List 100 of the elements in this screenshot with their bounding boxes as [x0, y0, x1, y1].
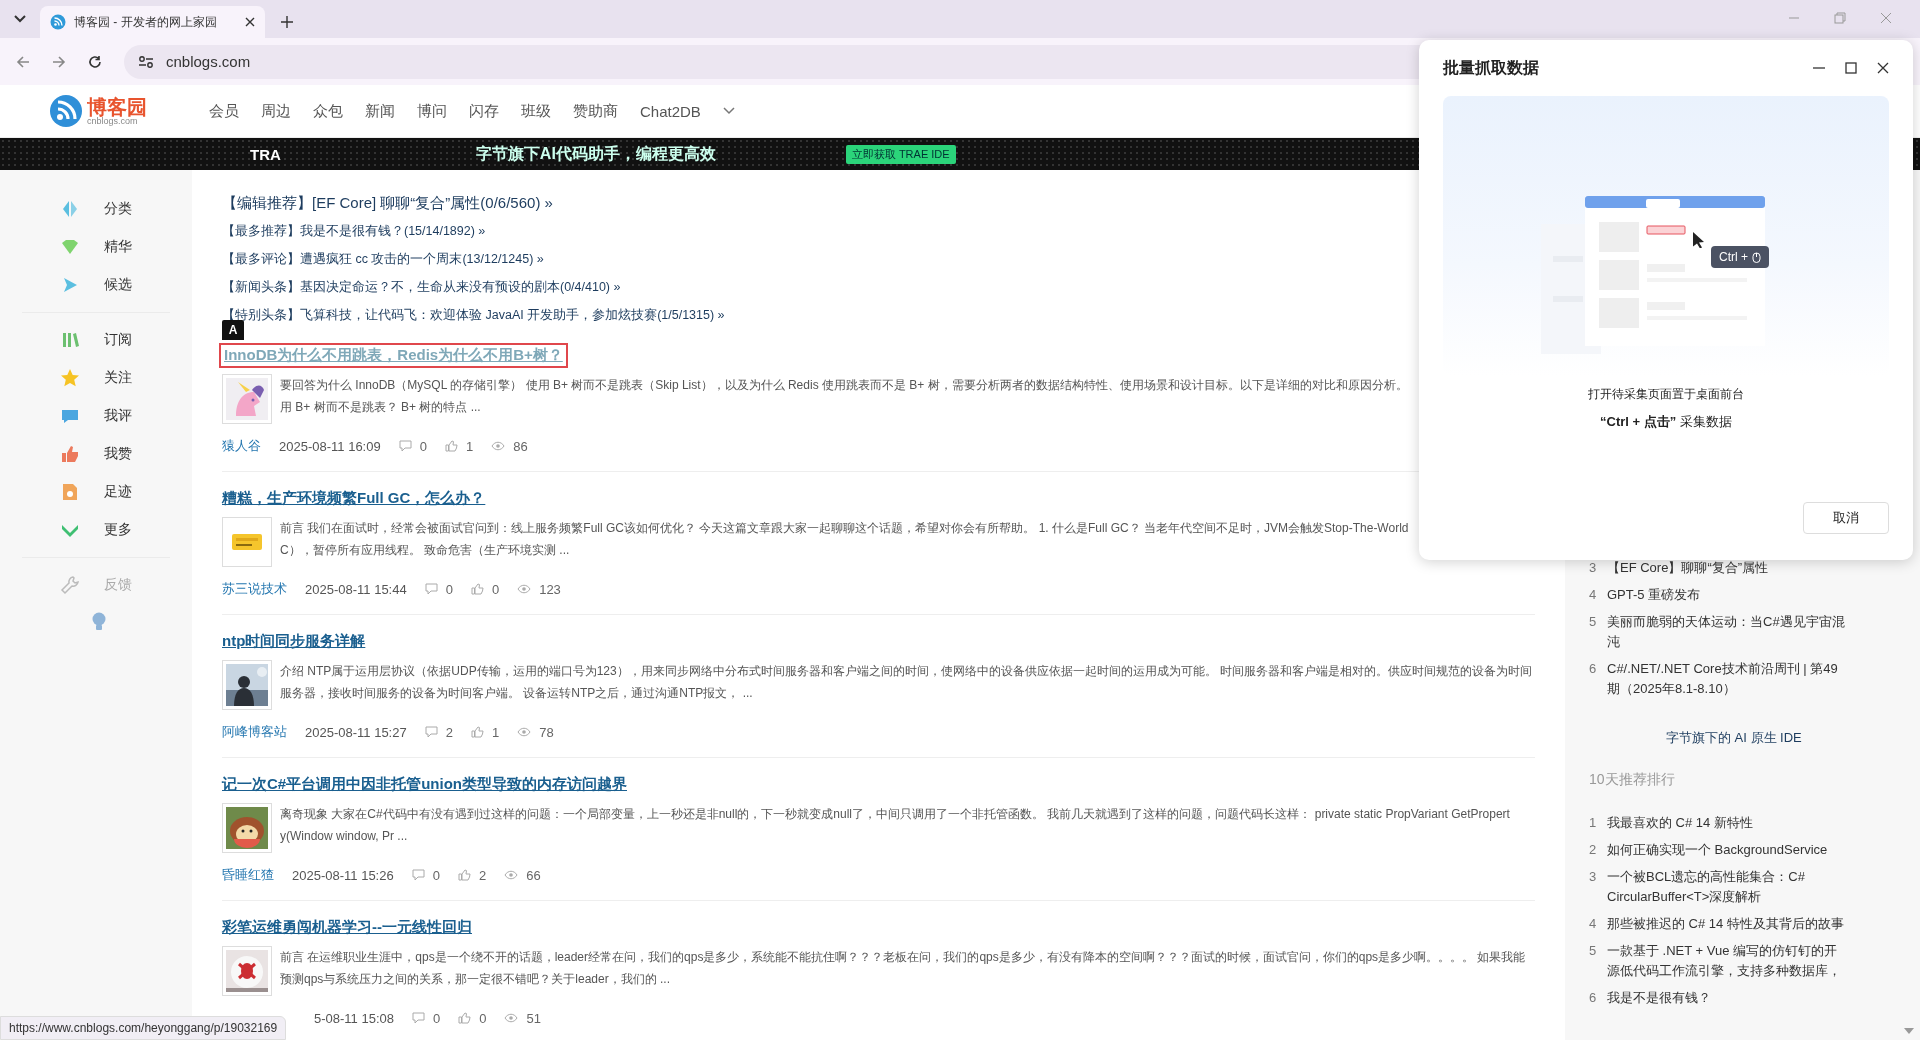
- eye-icon: [517, 727, 532, 737]
- comment-count: 0: [433, 1010, 441, 1026]
- nav-link[interactable]: 新闻: [365, 101, 395, 121]
- tab-list-icon[interactable]: [14, 15, 26, 23]
- post-date: 2025-08-11 15:44: [305, 581, 407, 597]
- ranking-link[interactable]: 【EF Core】聊聊“复合”属性: [1607, 558, 1849, 578]
- author-link[interactable]: 阿峰博客站: [222, 723, 287, 741]
- article-title-link[interactable]: 彩笔运维勇闯机器学习--一元线性回归: [222, 917, 472, 937]
- nav-link[interactable]: 周边: [261, 101, 291, 121]
- article-title-link[interactable]: 记一次C#平台调用中因非托管union类型导致的内存访问越界: [222, 774, 627, 794]
- logo-icon[interactable]: [49, 94, 83, 128]
- hint-text: 打开待采集页面置于桌面前台: [1587, 386, 1745, 403]
- chevron-down-icon[interactable]: [722, 107, 735, 115]
- ranking-link[interactable]: 如何正确实现一个 BackgroundService: [1607, 840, 1849, 860]
- sidebar-item[interactable]: 关注: [0, 359, 192, 397]
- site-info-icon[interactable]: [138, 54, 154, 69]
- ranking-link[interactable]: 美丽而脆弱的天体运动：当C#遇见宇宙混沌: [1607, 612, 1849, 652]
- document-icon: [60, 482, 80, 502]
- author-link[interactable]: 昏睡红猹: [222, 866, 274, 884]
- like-count: 1: [465, 438, 474, 454]
- nav-link[interactable]: 众包: [313, 101, 343, 121]
- sidebar-item[interactable]: 我评: [0, 397, 192, 435]
- thumbs-up-icon: [444, 440, 458, 452]
- article-summary: 前言 在运维职业生涯中，qps是一个绕不开的话题，leader经常在问，我们的qps是多少，系统能不能抗住啊？？？老板在问，我们的qps是多少，有没有降本的空间啊？？？面试的时候，面试官问，你们的qps是多少啊。。。。 如果我能 预测qps与系统压力之间的关系，那一定很不错吧？关于leader，我们的 ...: [280, 949, 1526, 988]
- sidebar-item[interactable]: 更多: [0, 511, 192, 549]
- browser-tab[interactable]: 博客园 - 开发者的网上家园: [40, 6, 265, 38]
- rank-number: 4: [1589, 915, 1598, 933]
- sidebar-item[interactable]: 候选: [0, 266, 192, 304]
- like-count: 0: [479, 1010, 487, 1026]
- ranking-link[interactable]: GPT-5 重磅发布: [1607, 585, 1849, 605]
- author-link[interactable]: 苏三说技术: [222, 580, 287, 598]
- new-tab-icon[interactable]: [281, 16, 293, 28]
- comment-icon: [398, 440, 412, 452]
- back-icon[interactable]: [16, 54, 30, 69]
- post-date: 2025-08-11 16:09: [279, 438, 381, 454]
- books-icon: [60, 330, 80, 350]
- view-count: 51: [526, 1010, 541, 1026]
- maximize-icon[interactable]: [1845, 62, 1857, 74]
- post-date: 2025-08-11 15:27: [305, 724, 407, 740]
- sidebar-item[interactable]: 我赞: [0, 435, 192, 473]
- comment-count: 0: [419, 438, 427, 454]
- thumbs-up-icon: [457, 869, 471, 881]
- ranking-link[interactable]: 一个被BCL遗忘的高性能集合：C# CircularBuffer<T>深度解析: [1607, 867, 1849, 907]
- ranking-link[interactable]: 我是不是很有钱？: [1607, 988, 1849, 1008]
- ranking-link[interactable]: 那些被推迟的 C# 14 特性及其背后的故事: [1607, 914, 1849, 934]
- cancel-button[interactable]: 取消: [1803, 502, 1889, 534]
- eye-icon: [491, 441, 506, 451]
- ranking-link[interactable]: 我最喜欢的 C# 14 新特性: [1607, 813, 1849, 833]
- view-count: 123: [539, 581, 561, 597]
- view-count: 86: [513, 438, 528, 454]
- close-icon[interactable]: [245, 17, 255, 27]
- nav-link[interactable]: 会员: [209, 101, 239, 121]
- eye-icon: [504, 870, 519, 880]
- dialog-title: 批量抓取数据: [1443, 57, 1539, 78]
- comment-count: 2: [445, 724, 453, 740]
- like-count: 1: [491, 724, 500, 740]
- close-icon[interactable]: [1877, 62, 1889, 74]
- ranking-link[interactable]: 一款基于 .NET + Vue 编写的仿钉钉的开源低代码工作流引擎，支持多种数据库，: [1607, 941, 1849, 981]
- thumbs-up-icon: [470, 726, 484, 738]
- thumbs-up-icon: [470, 583, 484, 595]
- rank-number: 2: [1589, 841, 1598, 859]
- avatar-frame[interactable]: [222, 660, 272, 710]
- article-summary: 介绍 NTP属于运用层协议（依据UDP传输，运用的端口号为123），用来同步网络中分布式时间服务器和客户端之间的时间，使网络中的设备供应依据一起时间的运用成为可能。 时间服务器和客户端是相对的。供应时间规范的设备为时间 服务器，接收时间服务的设备为时间客户端。 设备运转NTP之后，通过沟通NTP报文， ...: [280, 663, 1533, 702]
- comment-count: 0: [445, 581, 453, 597]
- article-summary: 离奇现象 大家在C#代码中有没有遇到过这样的问题：一个局部变量，上一秒还是非null的，下一秒就变成null了，中间只调用了一个非托管函数。 我前几天就遇到了这样的问题，问题代码长这样： private static PropVariant GetPropert y(Window window, Pr ...: [280, 806, 1510, 845]
- ad-link[interactable]: 字节旗下的 AI 原生 IDE: [1666, 729, 1920, 747]
- sidebar-item[interactable]: 精华: [0, 228, 192, 266]
- author-link[interactable]: 猿人谷: [222, 437, 261, 455]
- rank-number: 1: [1589, 814, 1598, 832]
- banner-slogan: 字节旗下AI代码助手，编程更高效: [475, 143, 716, 164]
- rank-number: 5: [1589, 613, 1598, 631]
- section-heading: 10天推荐排行: [1589, 771, 1676, 789]
- ranking-link[interactable]: C#/.NET/.NET Core技术前沿周刊 | 第49 期（2025年8.1-8.10）: [1607, 659, 1849, 699]
- comment-icon: [424, 583, 438, 595]
- nav-link[interactable]: 赞助商: [573, 101, 618, 121]
- post-date: 5-08-11 15:08: [314, 1010, 394, 1026]
- cta-button[interactable]: 立即获取 TRAE IDE: [845, 144, 956, 164]
- nav-link[interactable]: 博问: [417, 101, 447, 121]
- post-date: 2025-08-11 15:26: [292, 867, 394, 883]
- reload-icon[interactable]: [88, 54, 102, 69]
- nav-link[interactable]: Chat2DB: [640, 102, 701, 120]
- status-url: https://www.cnblogs.com/heyonggang/p/19032169: [0, 1016, 287, 1040]
- nav-link[interactable]: 闪存: [469, 101, 499, 121]
- scroll-down-icon[interactable]: [1904, 1028, 1914, 1034]
- comment-icon: [424, 726, 438, 738]
- rank-number: 5: [1589, 942, 1598, 960]
- like-count: 2: [478, 867, 487, 883]
- nav-link[interactable]: 班级: [521, 101, 551, 121]
- forward-icon[interactable]: [52, 54, 66, 69]
- eye-icon: [504, 1013, 519, 1023]
- logo-text[interactable]: 博客园: [87, 96, 147, 117]
- comment-count: 0: [432, 867, 440, 883]
- sidebar-item[interactable]: 足迹: [0, 473, 192, 511]
- article-summary: 要回答为什么 InnoDB（MySQL 的存储引擎） 使用 B+ 树而不是跳表（Skip List），以及为什么 Redis 使用跳表而不是 B+ 树，需要分析两者的数据结构特性、使用场景和设计目标。以下是详细的对比和原因分析。 用 B+ 树而不是跳表？ B+ 树的特点 ...: [280, 377, 1408, 416]
- sidebar-item[interactable]: 订阅: [0, 321, 192, 359]
- brand-text: TRA: [250, 145, 281, 163]
- article-title-link[interactable]: 糟糕，生产环境频繁Full GC，怎么办？: [222, 488, 486, 508]
- sidebar-item[interactable]: 分类: [0, 190, 192, 228]
- thumbs-up-icon: [458, 1012, 472, 1024]
- article-title-link[interactable]: ntp时间同步服务详解: [222, 631, 366, 651]
